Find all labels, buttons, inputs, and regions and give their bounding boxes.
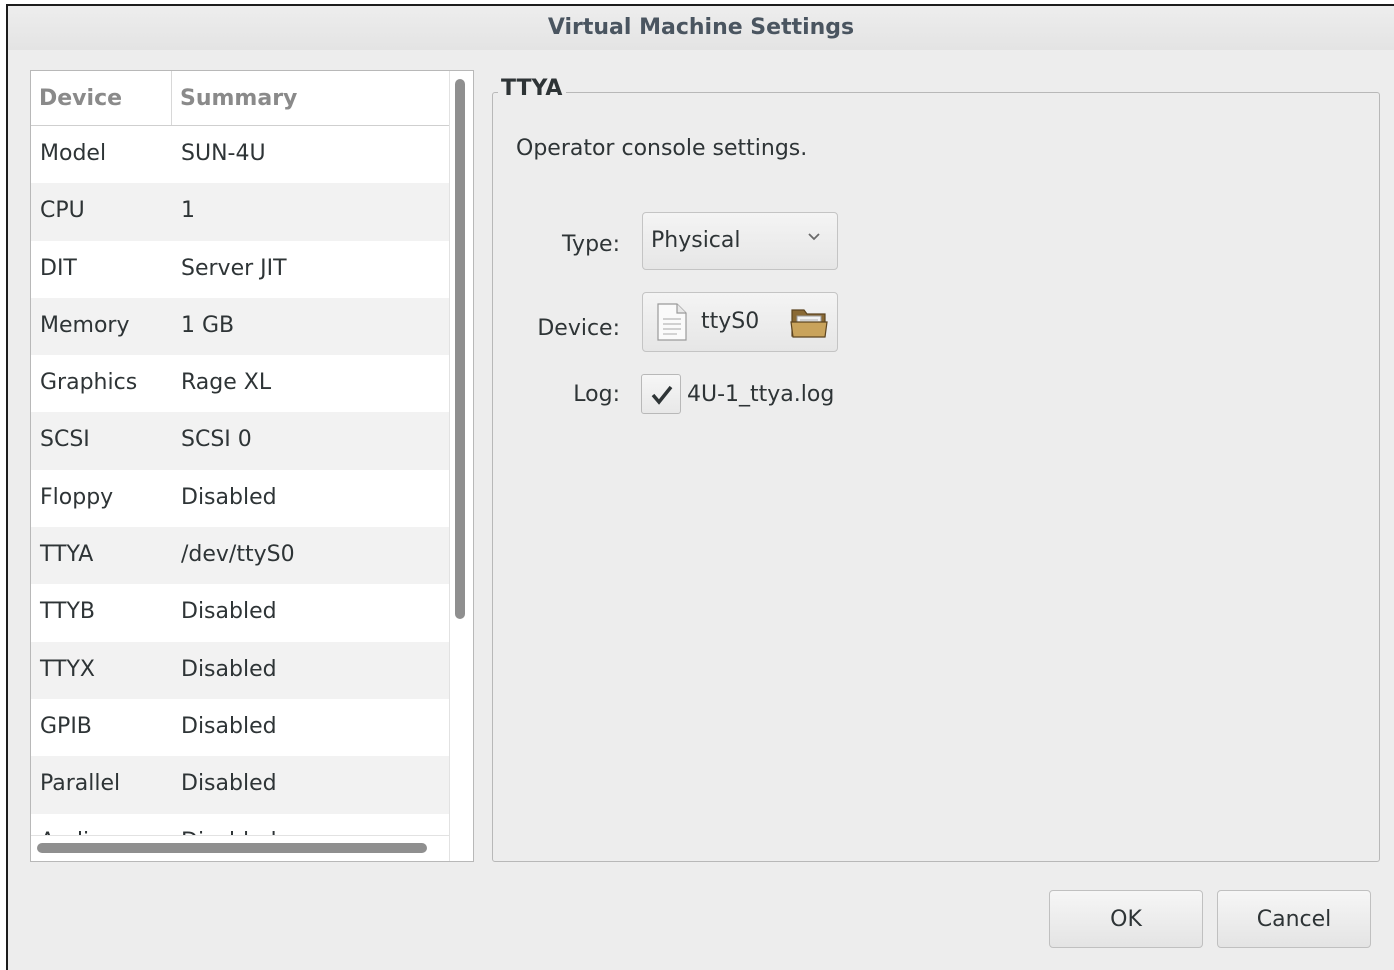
horizontal-scrollbar-thumb[interactable] (37, 843, 427, 853)
vertical-scrollbar[interactable] (449, 71, 473, 861)
settings-frame (492, 92, 1380, 862)
type-value: Physical (651, 228, 741, 253)
folder-icon (790, 309, 828, 338)
dialog-title: Virtual Machine Settings (547, 15, 855, 40)
vertical-scrollbar-thumb[interactable] (455, 79, 465, 619)
device-row[interactable]: GPIB Disabled (31, 698, 449, 757)
log-filename[interactable]: 4U-1_ttya.log (687, 382, 834, 407)
column-header-device[interactable]: Device (39, 86, 122, 111)
title-bar[interactable]: Virtual Machine Settings (8, 6, 1394, 50)
section-description: Operator console settings. (516, 136, 808, 161)
device-row[interactable]: CPU 1 (31, 183, 449, 241)
device-summary: Disabled (181, 771, 277, 797)
device-name: DIT (40, 255, 77, 281)
log-label: Log: (573, 382, 620, 407)
device-name: Memory (40, 312, 130, 338)
column-header-summary[interactable]: Summary (180, 86, 297, 111)
type-dropdown[interactable]: Physical (642, 212, 838, 270)
column-separator (171, 71, 172, 125)
chevron-down-icon (808, 233, 820, 241)
device-rows: Model SUN-4U CPU 1 DIT Server JIT Memory 1 GB Gr… (31, 126, 449, 861)
device-name: TTYB (40, 599, 96, 625)
device-name: Model (40, 141, 107, 166)
device-row[interactable]: DIT Server JIT (31, 240, 449, 298)
device-row[interactable]: Model SUN-4U (31, 126, 449, 184)
device-name: GPIB (40, 713, 92, 739)
device-name: Parallel (40, 771, 121, 797)
device-name: SCSI (40, 427, 90, 453)
device-summary: Disabled (181, 713, 277, 739)
device-value: ttyS0 (701, 309, 760, 334)
section-title: TTYA (498, 76, 567, 101)
device-summary: Disabled (181, 599, 277, 625)
device-summary: SCSI 0 (181, 427, 252, 453)
device-row[interactable]: SCSI SCSI 0 (31, 412, 449, 470)
ok-button[interactable]: OK (1049, 890, 1203, 948)
device-label: Device: (537, 316, 620, 341)
device-summary: Disabled (181, 484, 277, 510)
device-summary: 1 (181, 198, 195, 224)
checkmark-icon (651, 385, 673, 405)
device-name: Floppy (40, 484, 114, 510)
device-row[interactable]: TTYB Disabled (31, 584, 449, 642)
device-summary: /dev/ttyS0 (181, 542, 295, 568)
device-name: Graphics (40, 370, 138, 396)
device-summary: Server JIT (181, 255, 287, 281)
device-name: TTYX (40, 656, 95, 682)
device-summary: SUN-4U (181, 141, 266, 166)
cancel-button[interactable]: Cancel (1217, 890, 1371, 948)
device-file-chooser[interactable]: ttyS0 (642, 292, 838, 352)
device-name: TTYA (40, 542, 94, 568)
device-summary: Rage XL (181, 370, 272, 396)
device-list-header: Device Summary (31, 71, 449, 126)
device-row[interactable]: Floppy Disabled (31, 469, 449, 528)
device-row[interactable]: TTYA/dev/ttyS0 (31, 527, 449, 585)
type-label: Type: (562, 232, 620, 257)
device-row[interactable]: TTYX Disabled (31, 641, 449, 699)
device-name: CPU (40, 198, 85, 224)
device-row[interactable]: Memory 1 GB (31, 297, 449, 356)
log-checkbox[interactable] (641, 374, 681, 414)
horizontal-scrollbar[interactable] (31, 835, 449, 861)
device-summary: 1 GB (181, 312, 235, 338)
device-list[interactable]: Device Summary Model SUN-4U CPU 1 DIT Server … (30, 70, 474, 862)
settings-dialog: Virtual Machine Settings Device Summary … (6, 4, 1394, 970)
document-icon (657, 303, 687, 341)
device-summary: Disabled (181, 656, 277, 682)
device-row[interactable]: Graphics Rage XL (31, 355, 449, 413)
device-row[interactable]: Parallel Disabled (31, 756, 449, 814)
